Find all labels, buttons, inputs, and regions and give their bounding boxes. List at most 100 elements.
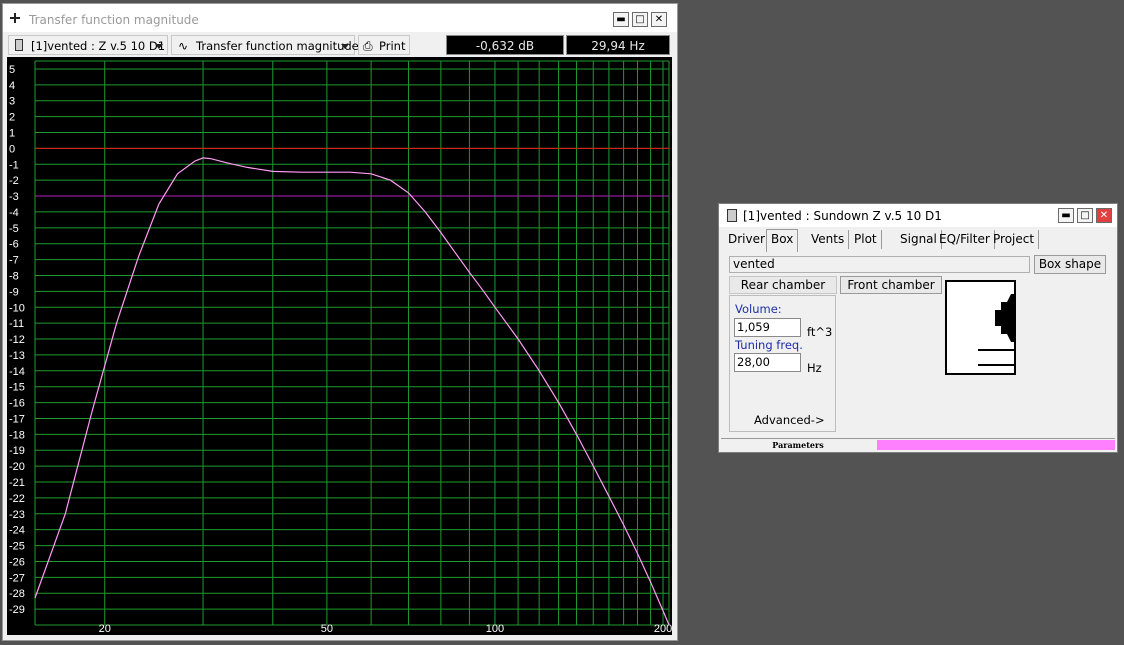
curve-point (301, 172, 302, 173)
tab-vents[interactable]: Vents (807, 230, 850, 249)
y-tick-label: -8 (9, 270, 19, 282)
chevron-down-icon[interactable] (155, 44, 163, 49)
curve-point (539, 370, 540, 371)
crosshair-icon (10, 13, 20, 23)
y-tick-label: -22 (9, 493, 25, 505)
rear-chamber-tab[interactable]: Rear chamber (729, 276, 837, 294)
plot-window-title: Transfer function magnitude (29, 13, 199, 27)
y-tick-label: 0 (9, 143, 15, 155)
x-tick-label: 100 (486, 623, 504, 635)
db-readout: -0,632 dB (446, 35, 564, 55)
y-tick-label: -10 (9, 302, 25, 314)
y-tick-label: -19 (9, 445, 25, 457)
y-tick-label: 3 (9, 96, 15, 108)
curve-point (326, 172, 327, 173)
curve-point (576, 434, 577, 435)
close-button[interactable]: ✕ (1096, 208, 1112, 223)
project-icon (15, 39, 23, 51)
advanced-button[interactable]: Advanced-> (754, 413, 825, 427)
plot-area[interactable]: 5 4 3 2 1 0 -1 -2 -3 -4 -5 -6 -7 -8 -9 -10 -11 -12 -13 -14 -… (7, 57, 672, 635)
curve-point (558, 402, 559, 403)
hz-readout: 29,94 Hz (566, 35, 670, 55)
curve-point (247, 167, 248, 168)
curve-point (482, 289, 483, 290)
y-tick-label: -3 (9, 191, 19, 203)
curve-point (158, 203, 159, 204)
curve-point (116, 323, 117, 324)
y-tick-label: -14 (9, 366, 25, 378)
curve-point (668, 624, 669, 625)
curve-point (469, 272, 470, 273)
minimize-button[interactable]: ▬ (613, 12, 629, 27)
maximize-button[interactable]: □ (1077, 208, 1093, 223)
tab-box[interactable]: Box (766, 229, 799, 252)
tuning-freq-unit: Hz (807, 361, 822, 375)
curve-point (138, 256, 139, 257)
box-window-titlebar[interactable]: [1]vented : Sundown Z v.5 10 D1 ▬ □ ✕ (719, 204, 1117, 227)
printer-icon: ⎙ (363, 39, 373, 53)
curve-point (92, 410, 93, 411)
maximize-button[interactable]: □ (632, 12, 648, 27)
volume-input[interactable]: 1,059 (734, 318, 801, 337)
plot-window-titlebar[interactable]: Transfer function magnitude ▬ □ ✕ (3, 4, 677, 32)
tab-plot[interactable]: Plot (850, 230, 882, 249)
y-tick-label: -1 (9, 159, 19, 171)
curve-point (608, 496, 609, 497)
y-tick-label: -18 (9, 429, 25, 441)
curve-point (650, 582, 651, 583)
y-tick-label: 4 (9, 80, 15, 92)
box-window: [1]vented : Sundown Z v.5 10 D1 ▬ □ ✕ Dr… (718, 203, 1118, 453)
curve-point (202, 157, 203, 158)
print-button[interactable]: ⎙ Print (358, 35, 410, 55)
y-tick-label: -4 (9, 207, 19, 219)
sine-wave-icon: ∿ (178, 39, 189, 53)
project-selector-label: [1]vented : Z v.5 10 D1 (31, 39, 166, 53)
curve-point (623, 524, 624, 525)
y-tick-label: -29 (9, 604, 25, 616)
curve-point (210, 158, 211, 159)
curve-point (440, 232, 441, 233)
curve-point (34, 597, 35, 598)
tuning-freq-input[interactable]: 28,00 (734, 353, 801, 372)
y-tick-label: -20 (9, 461, 25, 473)
tab-project[interactable]: Project (989, 230, 1040, 249)
y-tick-label: -26 (9, 556, 25, 568)
close-button[interactable]: ✕ (651, 12, 667, 27)
chevron-down-icon[interactable] (341, 44, 349, 49)
tab-eq-filter[interactable]: EQ/Filter (935, 230, 995, 249)
plot-window: Transfer function magnitude ▬ □ ✕ [1]ven… (2, 3, 678, 641)
y-tick-label: 1 (9, 127, 15, 139)
y-tick-label: -27 (9, 572, 25, 584)
y-tick-label: -23 (9, 509, 25, 521)
curve-point (662, 610, 663, 611)
y-tick-label: -21 (9, 477, 25, 489)
curve-point (517, 338, 518, 339)
curve-point (226, 162, 227, 163)
front-chamber-tab[interactable]: Front chamber (840, 276, 942, 294)
y-tick-label: -28 (9, 588, 25, 600)
curve-point (637, 553, 638, 554)
status-bar: Parameters (721, 438, 1115, 451)
y-tick-label: -2 (9, 175, 19, 187)
project-selector[interactable]: [1]vented : Z v.5 10 D1 (8, 35, 168, 55)
rear-chamber-panel: Volume: 1,059 ft^3 Tuning freq. 28,00 Hz… (729, 295, 836, 432)
plot-type-selector[interactable]: ∿ Transfer function magnitude (171, 35, 359, 55)
project-icon (727, 209, 737, 222)
box-shape-button[interactable]: Box shape (1034, 255, 1106, 274)
curve-point (455, 253, 456, 254)
y-tick-label: 2 (9, 112, 15, 124)
box-name-field[interactable]: vented (729, 256, 1030, 273)
x-tick-label: 50 (321, 623, 333, 635)
curve-point (65, 513, 66, 514)
volume-label: Volume: (735, 302, 782, 316)
status-label: Parameters (721, 440, 875, 450)
y-tick-label: 5 (9, 64, 15, 76)
curve-point (272, 171, 273, 172)
minimize-button[interactable]: ▬ (1058, 208, 1074, 223)
tab-driver[interactable]: Driver (724, 230, 770, 249)
y-tick-label: -7 (9, 255, 19, 267)
curve-point (390, 180, 391, 181)
y-tick-label: -25 (9, 541, 25, 553)
x-tick-label: 20 (99, 623, 111, 635)
y-tick-label: -16 (9, 398, 25, 410)
